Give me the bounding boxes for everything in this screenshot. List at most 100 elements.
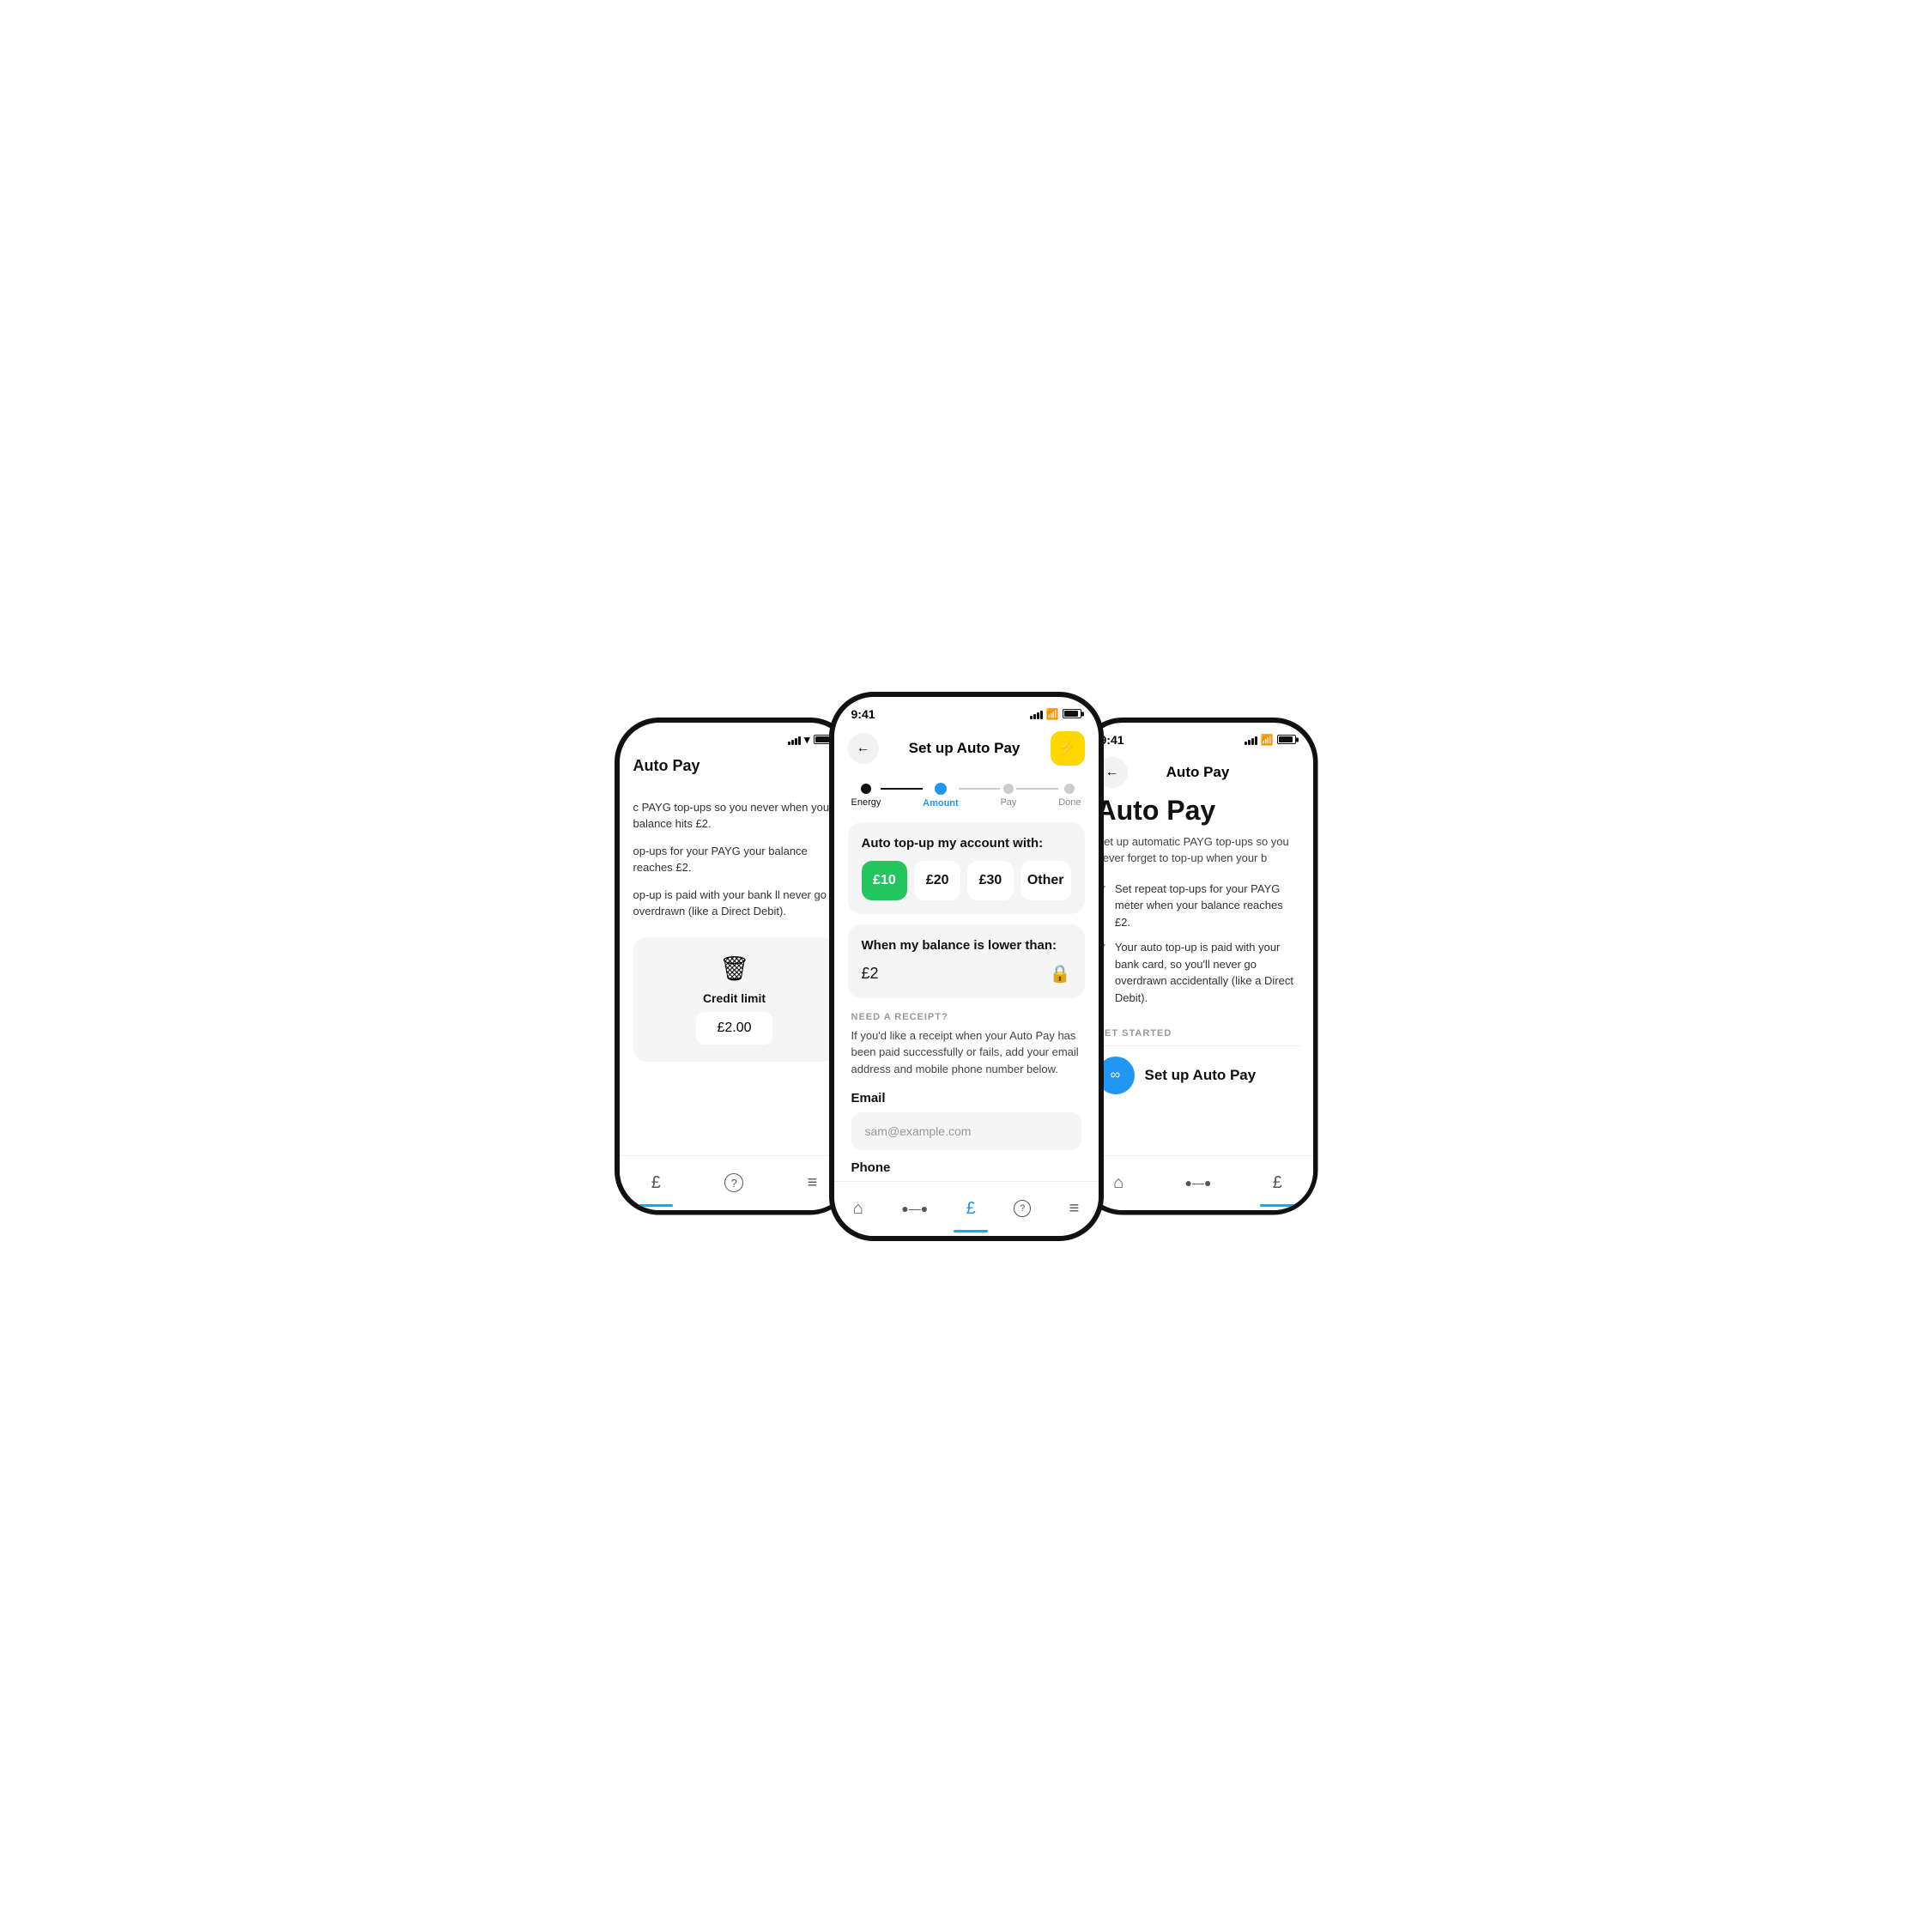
nav-header-center: ← Set up Auto Pay ⚡ (834, 724, 1099, 772)
amount-buttons-group: £10 £20 £30 Other (862, 861, 1071, 900)
step-line-2 (959, 788, 1001, 790)
bottom-nav-center: ⌂ ●—● £ ? ≡ (834, 1181, 1099, 1236)
nav-item-help-center[interactable]: ? (1014, 1200, 1031, 1217)
nav-item-home-right[interactable]: ⌂ (1113, 1173, 1123, 1193)
phone-center: 9:41 📶 ← Set up Auto Pay (829, 692, 1104, 1241)
payment-icon-left: £ (651, 1173, 661, 1193)
step-label-pay: Pay (1000, 797, 1016, 808)
amount-section-label: Auto top-up my account with: (862, 836, 1071, 851)
back-button-center[interactable]: ← (848, 733, 879, 764)
email-placeholder: sam@example.com (865, 1124, 972, 1138)
payment-icon-right: £ (1273, 1173, 1282, 1193)
home-icon-center: ⌂ (853, 1199, 863, 1219)
amount-btn-20[interactable]: £20 (914, 861, 960, 900)
step-pay: Pay (1000, 784, 1016, 808)
menu-icon-center: ≡ (1069, 1199, 1080, 1219)
receipt-section: NEED A RECEIPT? If you'd like a receipt … (834, 1008, 1099, 1183)
left-text-1: c PAYG top-ups so you never when your ba… (633, 799, 836, 833)
step-line-3 (1016, 788, 1058, 790)
wifi-icon-center: 📶 (1046, 708, 1059, 720)
setup-btn-text: Set up Auto Pay (1145, 1067, 1257, 1084)
status-bar-right: 9:41 📶 (1083, 723, 1313, 750)
step-dot-done (1064, 784, 1075, 794)
infinity-symbol: ∞ (1111, 1068, 1120, 1083)
setup-autopay-row[interactable]: ∞ Set up Auto Pay (1083, 1057, 1313, 1094)
lock-icon: 🔒 (1050, 963, 1071, 984)
bottom-nav-left: £ ? ≡ (620, 1155, 850, 1210)
check-item-1: ✓ Set repeat top-ups for your PAYG meter… (1083, 881, 1313, 931)
step-label-amount: Amount (923, 798, 959, 809)
step-label-energy: Energy (851, 797, 881, 808)
nav-item-home-center[interactable]: ⌂ (853, 1199, 863, 1219)
credit-limit-card: 🗑 Credit limit £2.00 (633, 937, 836, 1062)
phone-left: ▾ Auto Pay c PAYG top-ups so you never w… (615, 718, 855, 1215)
credit-value: £2.00 (696, 1012, 772, 1045)
check-text-1: Set repeat top-ups for your PAYG meter w… (1115, 881, 1299, 931)
status-bar-center: 9:41 📶 (834, 697, 1099, 724)
step-dot-energy (861, 784, 871, 794)
menu-icon-left: ≡ (808, 1173, 818, 1193)
back-arrow-icon-right: ← (1105, 765, 1119, 780)
thunder-button-center[interactable]: ⚡ (1051, 731, 1085, 766)
phones-container: ▾ Auto Pay c PAYG top-ups so you never w… (494, 692, 1438, 1241)
nav-item-payment-center[interactable]: £ (966, 1199, 976, 1219)
nav-title-center: Set up Auto Pay (909, 740, 1021, 757)
battery-icon-right (1277, 735, 1296, 744)
check-item-2: ✓ Your auto top-up is paid with your ban… (1083, 939, 1313, 1006)
step-label-done: Done (1058, 797, 1081, 808)
step-done: Done (1058, 784, 1081, 808)
time-center: 9:41 (851, 707, 875, 721)
get-started-divider (1097, 1045, 1299, 1046)
usage-icon-right: ●—● (1185, 1176, 1212, 1190)
credit-label: Credit limit (703, 991, 766, 1005)
nav-item-usage-center[interactable]: ●—● (901, 1202, 928, 1215)
phone-right: 9:41 📶 ← Auto Pay (1078, 718, 1318, 1215)
amount-btn-other[interactable]: Other (1021, 861, 1071, 900)
left-text-2: op-ups for your PAYG your balance reache… (633, 843, 836, 876)
step-dot-amount (935, 783, 947, 795)
help-icon-center: ? (1014, 1200, 1031, 1217)
nav-item-help-left[interactable]: ? (724, 1173, 743, 1192)
help-icon-left: ? (724, 1173, 743, 1192)
amount-btn-10[interactable]: £10 (862, 861, 908, 900)
status-bar-left: ▾ (620, 723, 850, 750)
step-energy: Energy (851, 784, 881, 808)
receipt-label: NEED A RECEIPT? (851, 1012, 1081, 1022)
back-arrow-icon-center: ← (857, 741, 870, 756)
balance-row: £2 🔒 (862, 963, 1071, 984)
balance-section: When my balance is lower than: £2 🔒 (848, 924, 1085, 998)
nav-item-payment-left[interactable]: £ (651, 1173, 661, 1193)
wifi-icon-left: ▾ (804, 733, 810, 747)
nav-header-right: ← Auto Pay (1083, 750, 1313, 795)
email-input[interactable]: sam@example.com (851, 1112, 1081, 1150)
step-amount: Amount (923, 783, 959, 809)
nav-item-usage-right[interactable]: ●—● (1185, 1176, 1212, 1190)
phone-label: Phone (851, 1160, 1081, 1175)
nav-item-menu-center[interactable]: ≡ (1069, 1199, 1080, 1219)
trash-icon: 🗑 (719, 954, 750, 983)
nav-title-right: Auto Pay (1166, 764, 1230, 781)
nav-item-payment-right[interactable]: £ (1273, 1173, 1282, 1193)
bottom-nav-right: ⌂ ●—● £ (1083, 1155, 1313, 1210)
time-right: 9:41 (1100, 733, 1124, 747)
progress-steps: Energy Amount Pay Done (834, 772, 1099, 822)
step-line-1 (881, 788, 923, 790)
autopay-main-title: Auto Pay (1083, 795, 1313, 827)
wifi-icon-right: 📶 (1261, 734, 1274, 746)
get-started-label: GET STARTED (1083, 1014, 1313, 1045)
signal-icon-left (788, 735, 801, 745)
home-icon-right: ⌂ (1113, 1173, 1123, 1193)
battery-icon-center (1063, 709, 1081, 718)
email-label: Email (851, 1091, 1081, 1105)
balance-value: £2 (862, 965, 879, 983)
left-page-title: Auto Pay (633, 757, 836, 775)
left-text-3: op-up is paid with your bank ll never go… (633, 887, 836, 920)
signal-icon-center (1030, 709, 1043, 719)
autopay-description: Set up automatic PAYG top-ups so you nev… (1083, 833, 1313, 867)
nav-item-menu-left[interactable]: ≡ (808, 1173, 818, 1193)
amount-btn-30[interactable]: £30 (967, 861, 1014, 900)
step-dot-pay (1003, 784, 1014, 794)
check-text-2: Your auto top-up is paid with your bank … (1115, 939, 1299, 1006)
amount-section: Auto top-up my account with: £10 £20 £30… (848, 822, 1085, 914)
balance-section-label: When my balance is lower than: (862, 938, 1071, 953)
